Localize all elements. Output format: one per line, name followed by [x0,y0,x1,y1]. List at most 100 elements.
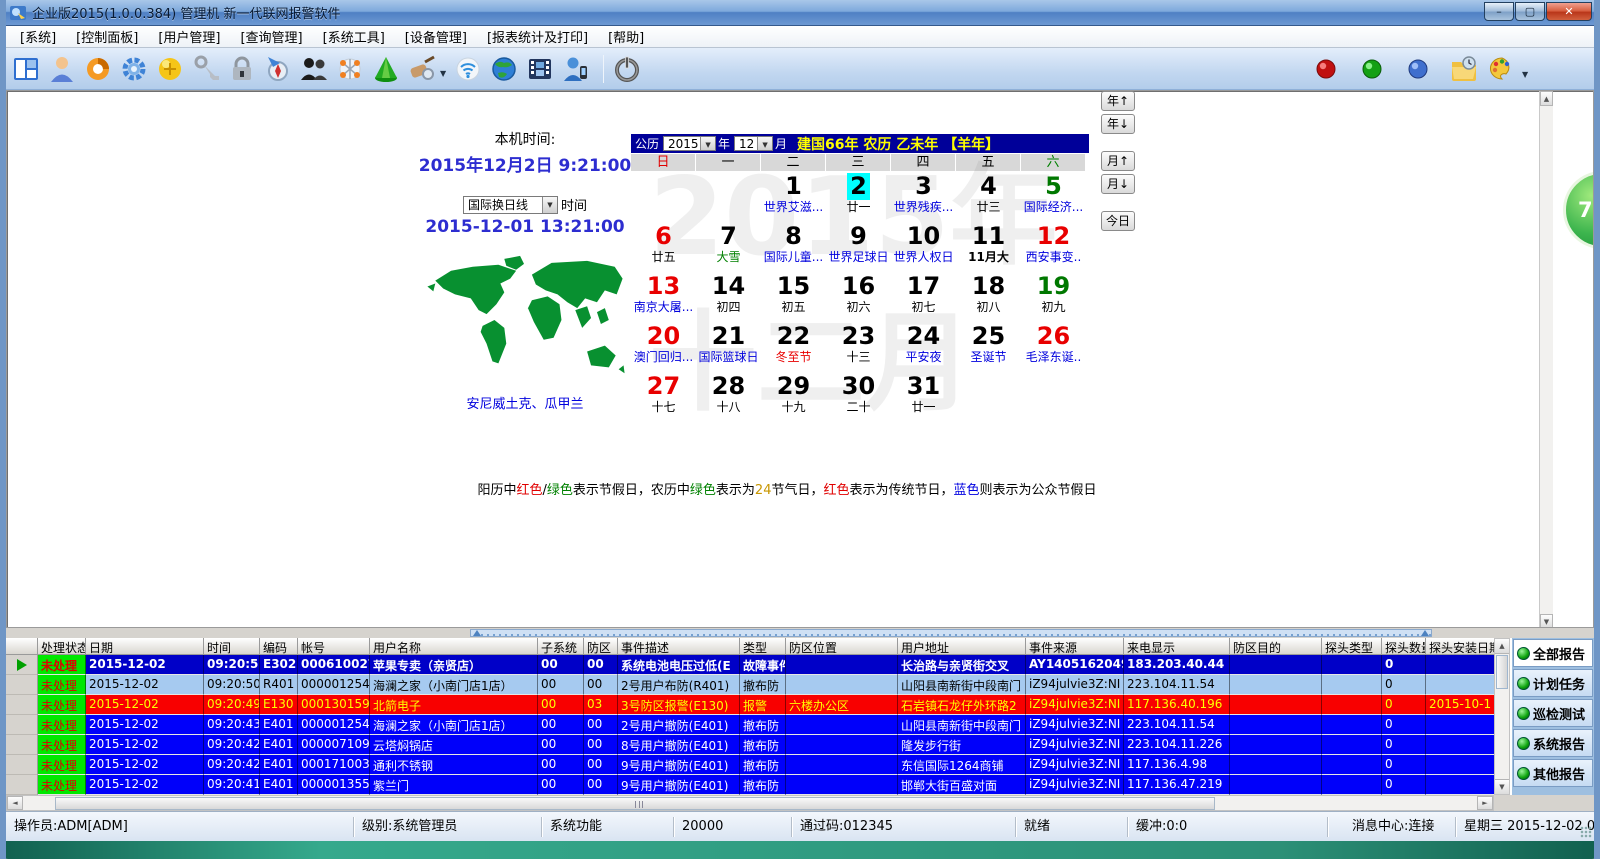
menu-item-system-tools[interactable]: [系统工具] [313,25,395,48]
calendar-day-cell[interactable]: 10世界人权日 [891,223,956,273]
calendar-day-cell[interactable]: 12西安事变.. [1021,223,1086,273]
calendar-day-cell[interactable]: 6廿五 [631,223,696,273]
splitter-bar[interactable] [6,628,1594,638]
column-header-type[interactable]: 类型 [740,638,786,655]
users-icon[interactable] [298,53,330,85]
column-header-time[interactable]: 时间 [204,638,260,655]
event-row[interactable]: 未处理2015-12-0209:20:43E401000001254海澜之家（小… [6,715,1494,735]
scrollbar-thumb[interactable] [55,797,1215,810]
calendar-day-cell[interactable]: 18初八 [956,273,1021,323]
column-header-desc[interactable]: 事件描述 [618,638,740,655]
minimize-button[interactable]: – [1484,2,1514,21]
calendar-day-cell[interactable]: 17初七 [891,273,956,323]
column-header-zonegoal[interactable]: 防区目的 [1230,638,1322,655]
menu-item-system[interactable]: [系统] [10,25,66,48]
scroll-up-icon[interactable]: ▲ [1495,639,1509,654]
panel-button-all-reports[interactable]: 全部报告 [1513,639,1593,667]
calendar-day-cell[interactable]: 30二十 [826,373,891,423]
column-header-caller[interactable]: 来电显示 [1124,638,1230,655]
column-header-zonepos[interactable]: 防区位置 [786,638,898,655]
calendar-nav-year-down[interactable]: 年↓ [1101,114,1135,134]
calendar-day-cell[interactable]: 13南京大屠... [631,273,696,323]
calendar-day-cell[interactable]: 23十三 [826,323,891,373]
lock-icon[interactable] [226,53,258,85]
table-horizontal-scrollbar[interactable]: ◄ ► [6,795,1494,811]
keys-icon[interactable] [190,53,222,85]
event-row[interactable]: 未处理2015-12-0209:20:50R401000001254海澜之家（小… [6,675,1494,695]
calendar-nav-today[interactable]: 今日 [1101,211,1135,231]
calendar-day-cell[interactable]: 22冬至节 [761,323,826,373]
calendar-day-cell[interactable]: 1111月大 [956,223,1021,273]
gear-icon[interactable] [118,53,150,85]
content-scrollbar[interactable]: ▲ ▼ [1539,91,1553,628]
calendar-day-cell[interactable]: 29十九 [761,373,826,423]
calendar-day-cell[interactable]: 1世界艾滋... [761,173,826,223]
row-selector-cell[interactable] [6,695,38,715]
compass-icon[interactable] [262,53,294,85]
row-selector-cell[interactable] [6,775,38,795]
menu-item-device-management[interactable]: [设备管理] [395,25,477,48]
row-selector-cell[interactable] [6,715,38,735]
signal-ball-icon[interactable] [154,53,186,85]
user-icon[interactable] [46,53,78,85]
calendar-nav-month-down[interactable]: 月↓ [1101,174,1135,194]
calendar-day-cell[interactable]: 5国际经济... [1021,173,1086,223]
event-row[interactable]: 未处理2015-12-0209:20:42E401000171003通利不锈钢0… [6,755,1494,775]
wifi-icon[interactable] [452,53,484,85]
calendar-day-cell[interactable]: 9世界足球日 [826,223,891,273]
calendar-day-cell[interactable]: 3世界残疾... [891,173,956,223]
calendar-nav-year-up[interactable]: 年↑ [1101,91,1135,111]
calendar-day-cell[interactable]: 4廿三 [956,173,1021,223]
row-selector-cell[interactable] [6,675,38,695]
column-header-sensortype[interactable]: 探头类型 [1322,638,1382,655]
column-header-code[interactable]: 编码 [260,638,298,655]
scroll-left-icon[interactable]: ◄ [7,796,23,810]
close-button[interactable]: ✕ [1546,2,1592,21]
calendar-day-cell[interactable]: 8国际儿童... [761,223,826,273]
column-header-user[interactable]: 用户名称 [370,638,538,655]
month-select[interactable]: 12 ▼ [734,136,773,151]
panel-button-scheduled-tasks[interactable]: 计划任务 [1513,669,1593,697]
column-header-address[interactable]: 用户地址 [898,638,1026,655]
event-row[interactable]: 未处理2015-12-0209:20:49E130000130159北箭电子00… [6,695,1494,715]
chevron-down-icon[interactable]: ▼ [1522,70,1528,79]
swirl-icon[interactable] [82,53,114,85]
calendar-day-cell[interactable]: 26毛泽东诞.. [1021,323,1086,373]
calendar-day-cell[interactable]: 19初九 [1021,273,1086,323]
scrollbar-thumb[interactable] [1496,655,1508,689]
chevron-down-icon[interactable]: ▼ [440,69,446,78]
globe-icon[interactable] [488,53,520,85]
palette-icon[interactable] [1486,53,1518,85]
event-row[interactable]: 未处理2015-12-0209:20:51E302000610027苹果专卖（亲… [6,655,1494,675]
column-header-subsystem[interactable]: 子系统 [538,638,584,655]
phone-user-icon[interactable] [560,53,592,85]
scroll-up-icon[interactable]: ▲ [1540,91,1553,106]
column-header-status[interactable]: 处理状态 [38,638,86,655]
panel-button-patrol-test[interactable]: 巡检测试 [1513,699,1593,727]
film-icon[interactable] [524,53,556,85]
cone-icon[interactable] [370,53,402,85]
column-header-source[interactable]: 事件来源 [1026,638,1124,655]
menu-item-help[interactable]: [帮助] [598,25,654,48]
panel-button-system-reports[interactable]: 系统报告 [1513,729,1593,757]
menu-item-report-print[interactable]: [报表统计及打印] [477,25,598,48]
event-row[interactable]: 未处理2015-12-0209:20:41E401000001355紫兰门000… [6,775,1494,795]
calendar-day-cell[interactable]: 25圣诞节 [956,323,1021,373]
panel-button-other-reports[interactable]: 其他报告 [1513,759,1593,787]
column-header-sensordate[interactable]: 探头安装日期 [1426,638,1494,655]
row-selector-cell[interactable] [6,735,38,755]
menu-item-query-management[interactable]: [查询管理] [230,25,312,48]
menu-item-user-management[interactable]: [用户管理] [148,25,230,48]
calendar-day-cell[interactable]: 7大雪 [696,223,761,273]
calendar-nav-month-up[interactable]: 月↑ [1101,151,1135,171]
event-row[interactable]: 未处理2015-12-0209:20:42E401000007109云塔焖锅店0… [6,735,1494,755]
chevron-down-icon[interactable]: ▼ [542,197,557,213]
calendar-day-cell[interactable]: 14初四 [696,273,761,323]
calendar-day-cell[interactable]: 27十七 [631,373,696,423]
chevron-down-icon[interactable]: ▼ [700,137,715,150]
layout-panel-icon[interactable] [10,53,42,85]
calendar-day-cell[interactable]: 15初五 [761,273,826,323]
scroll-down-icon[interactable]: ▼ [1495,779,1509,794]
calendar-day-cell[interactable]: 31廿一 [891,373,956,423]
column-header-sensorcount[interactable]: 探头数量 [1382,638,1426,655]
